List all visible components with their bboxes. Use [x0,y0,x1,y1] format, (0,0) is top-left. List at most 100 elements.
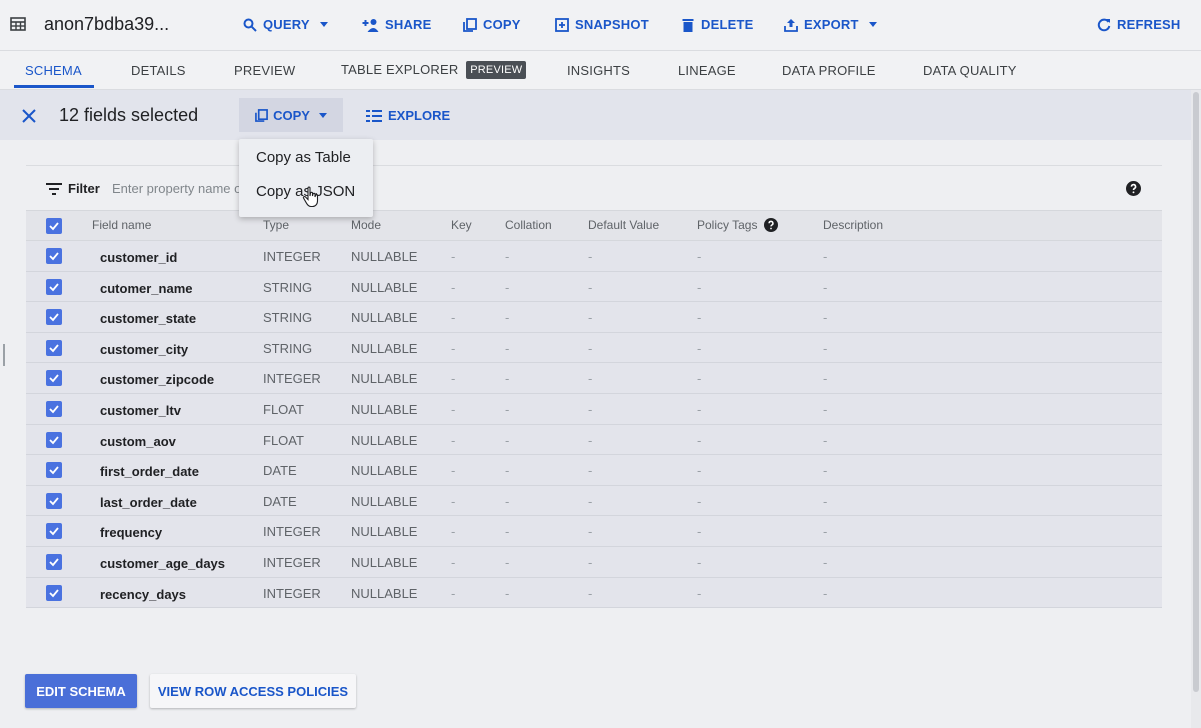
panel-resize-handle[interactable] [3,344,5,366]
field-name-cell[interactable]: custom_aov [100,434,176,449]
row-checkbox[interactable] [46,462,62,479]
check-icon [49,435,59,444]
field-name-cell[interactable]: customer_city [100,342,188,357]
default-value-cell: - [588,279,593,295]
field-name-cell[interactable]: recency_days [100,587,186,602]
policy-tags-cell: - [697,310,702,326]
tab-data-profile[interactable]: DATA PROFILE [782,63,876,78]
row-checkbox[interactable] [46,492,62,509]
type-cell: STRING [263,279,313,295]
header-key[interactable]: Key [451,218,472,232]
table-toolbar: anon7bdba39... QUERY SHARE COPY SNAPSHOT… [0,0,1201,51]
snapshot-button[interactable]: SNAPSHOT [555,17,649,32]
mode-cell: NULLABLE [351,279,418,295]
edit-schema-button[interactable]: EDIT SCHEMA [25,674,137,708]
help-icon[interactable] [1126,181,1141,196]
tab-details[interactable]: DETAILS [131,63,186,78]
row-checkbox[interactable] [46,400,62,417]
field-name-cell[interactable]: customer_zipcode [100,372,214,387]
row-checkbox[interactable] [46,248,62,264]
row-checkbox[interactable] [46,523,62,540]
type-cell: INTEGER [263,585,321,601]
field-name-cell[interactable]: first_order_date [100,464,199,479]
type-cell: DATE [263,493,297,509]
type-cell: INTEGER [263,524,321,540]
schema-table: Field name Type Mode Key Collation Defau… [26,210,1162,609]
scrollbar-thumb[interactable] [1193,92,1199,692]
copy-label: COPY [483,17,521,32]
check-icon [49,558,59,567]
header-mode[interactable]: Mode [351,218,381,232]
header-type[interactable]: Type [263,218,289,232]
query-button[interactable]: QUERY [243,17,328,32]
delete-button[interactable]: DELETE [681,17,753,32]
table-row[interactable]: last_order_date DATE NULLABLE - - - - - [26,485,1162,517]
close-icon[interactable] [20,107,38,125]
type-cell: INTEGER [263,371,321,387]
table-row[interactable]: frequency INTEGER NULLABLE - - - - - [26,516,1162,547]
field-name-cell[interactable]: customer_id [100,250,177,265]
table-row[interactable]: custom_aov FLOAT NULLABLE - - - - - [26,424,1162,456]
tab-insights[interactable]: INSIGHTS [567,63,630,78]
tab-table-explorer[interactable]: TABLE EXPLORER PREVIEW [341,61,527,79]
type-cell: DATE [263,463,297,479]
tab-preview[interactable]: PREVIEW [234,63,295,78]
table-row[interactable]: customer_age_days INTEGER NULLABLE - - - - - [26,546,1162,578]
copy-button[interactable]: COPY [463,17,521,32]
table-row[interactable]: first_order_date DATE NULLABLE - - - - - [26,455,1162,486]
policy-tags-cell: - [697,279,702,295]
table-title: anon7bdba39... [44,14,170,34]
header-policy-tags[interactable]: Policy Tags [697,218,778,232]
collation-cell: - [505,371,510,387]
copy-selected-button[interactable]: COPY [239,98,343,132]
export-button[interactable]: EXPORT [784,17,877,32]
policy-tags-cell: - [697,401,702,417]
field-name-cell[interactable]: customer_state [100,311,196,326]
tab-data-quality[interactable]: DATA QUALITY [923,63,1017,78]
row-checkbox[interactable] [46,553,62,570]
snapshot-label: SNAPSHOT [575,17,649,32]
row-checkbox[interactable] [46,278,62,295]
field-name-cell[interactable]: customer_age_days [100,556,225,571]
header-collation[interactable]: Collation [505,218,552,232]
row-checkbox[interactable] [46,309,62,326]
share-button[interactable]: SHARE [362,17,432,32]
check-icon [49,527,59,536]
check-icon [49,374,59,383]
field-name-cell[interactable]: cutomer_name [100,281,192,296]
key-cell: - [451,524,456,540]
table-row[interactable]: customer_id INTEGER NULLABLE - - - - - [26,241,1162,272]
field-name-cell[interactable]: last_order_date [100,495,197,510]
header-description[interactable]: Description [823,218,883,232]
table-row[interactable]: customer_city STRING NULLABLE - - - - - [26,332,1162,364]
row-checkbox[interactable] [46,339,62,356]
mode-cell: NULLABLE [351,340,418,356]
chevron-down-icon [319,22,328,27]
view-row-access-policies-button[interactable]: VIEW ROW ACCESS POLICIES [150,674,356,708]
description-cell: - [823,401,828,417]
header-field-name[interactable]: Field name [92,218,151,232]
field-name-cell[interactable]: frequency [100,525,162,540]
key-cell: - [451,401,456,417]
menu-item-copy-as-table[interactable]: Copy as Table [239,141,373,175]
table-row[interactable]: cutomer_name STRING NULLABLE - - - - - [26,271,1162,303]
table-row[interactable]: customer_state STRING NULLABLE - - - - - [26,302,1162,333]
table-row[interactable]: customer_ltv FLOAT NULLABLE - - - - - [26,393,1162,425]
table-row[interactable]: customer_zipcode INTEGER NULLABLE - - - - - [26,363,1162,394]
type-cell: FLOAT [263,401,304,417]
field-name-cell[interactable]: customer_ltv [100,403,181,418]
type-cell: INTEGER [263,249,321,264]
help-icon[interactable] [763,218,778,232]
row-checkbox[interactable] [46,431,62,448]
refresh-button[interactable]: REFRESH [1097,17,1181,32]
tab-lineage[interactable]: LINEAGE [678,63,736,78]
explore-button[interactable]: EXPLORE [366,108,450,123]
key-cell: - [451,493,456,509]
select-all-checkbox[interactable] [46,218,62,234]
header-default-value[interactable]: Default Value [588,218,659,232]
table-row[interactable]: recency_days INTEGER NULLABLE - - - - - [26,577,1162,609]
row-checkbox[interactable] [46,370,62,387]
check-icon [49,283,59,291]
row-checkbox[interactable] [46,584,62,601]
tab-schema[interactable]: SCHEMA [25,63,82,78]
